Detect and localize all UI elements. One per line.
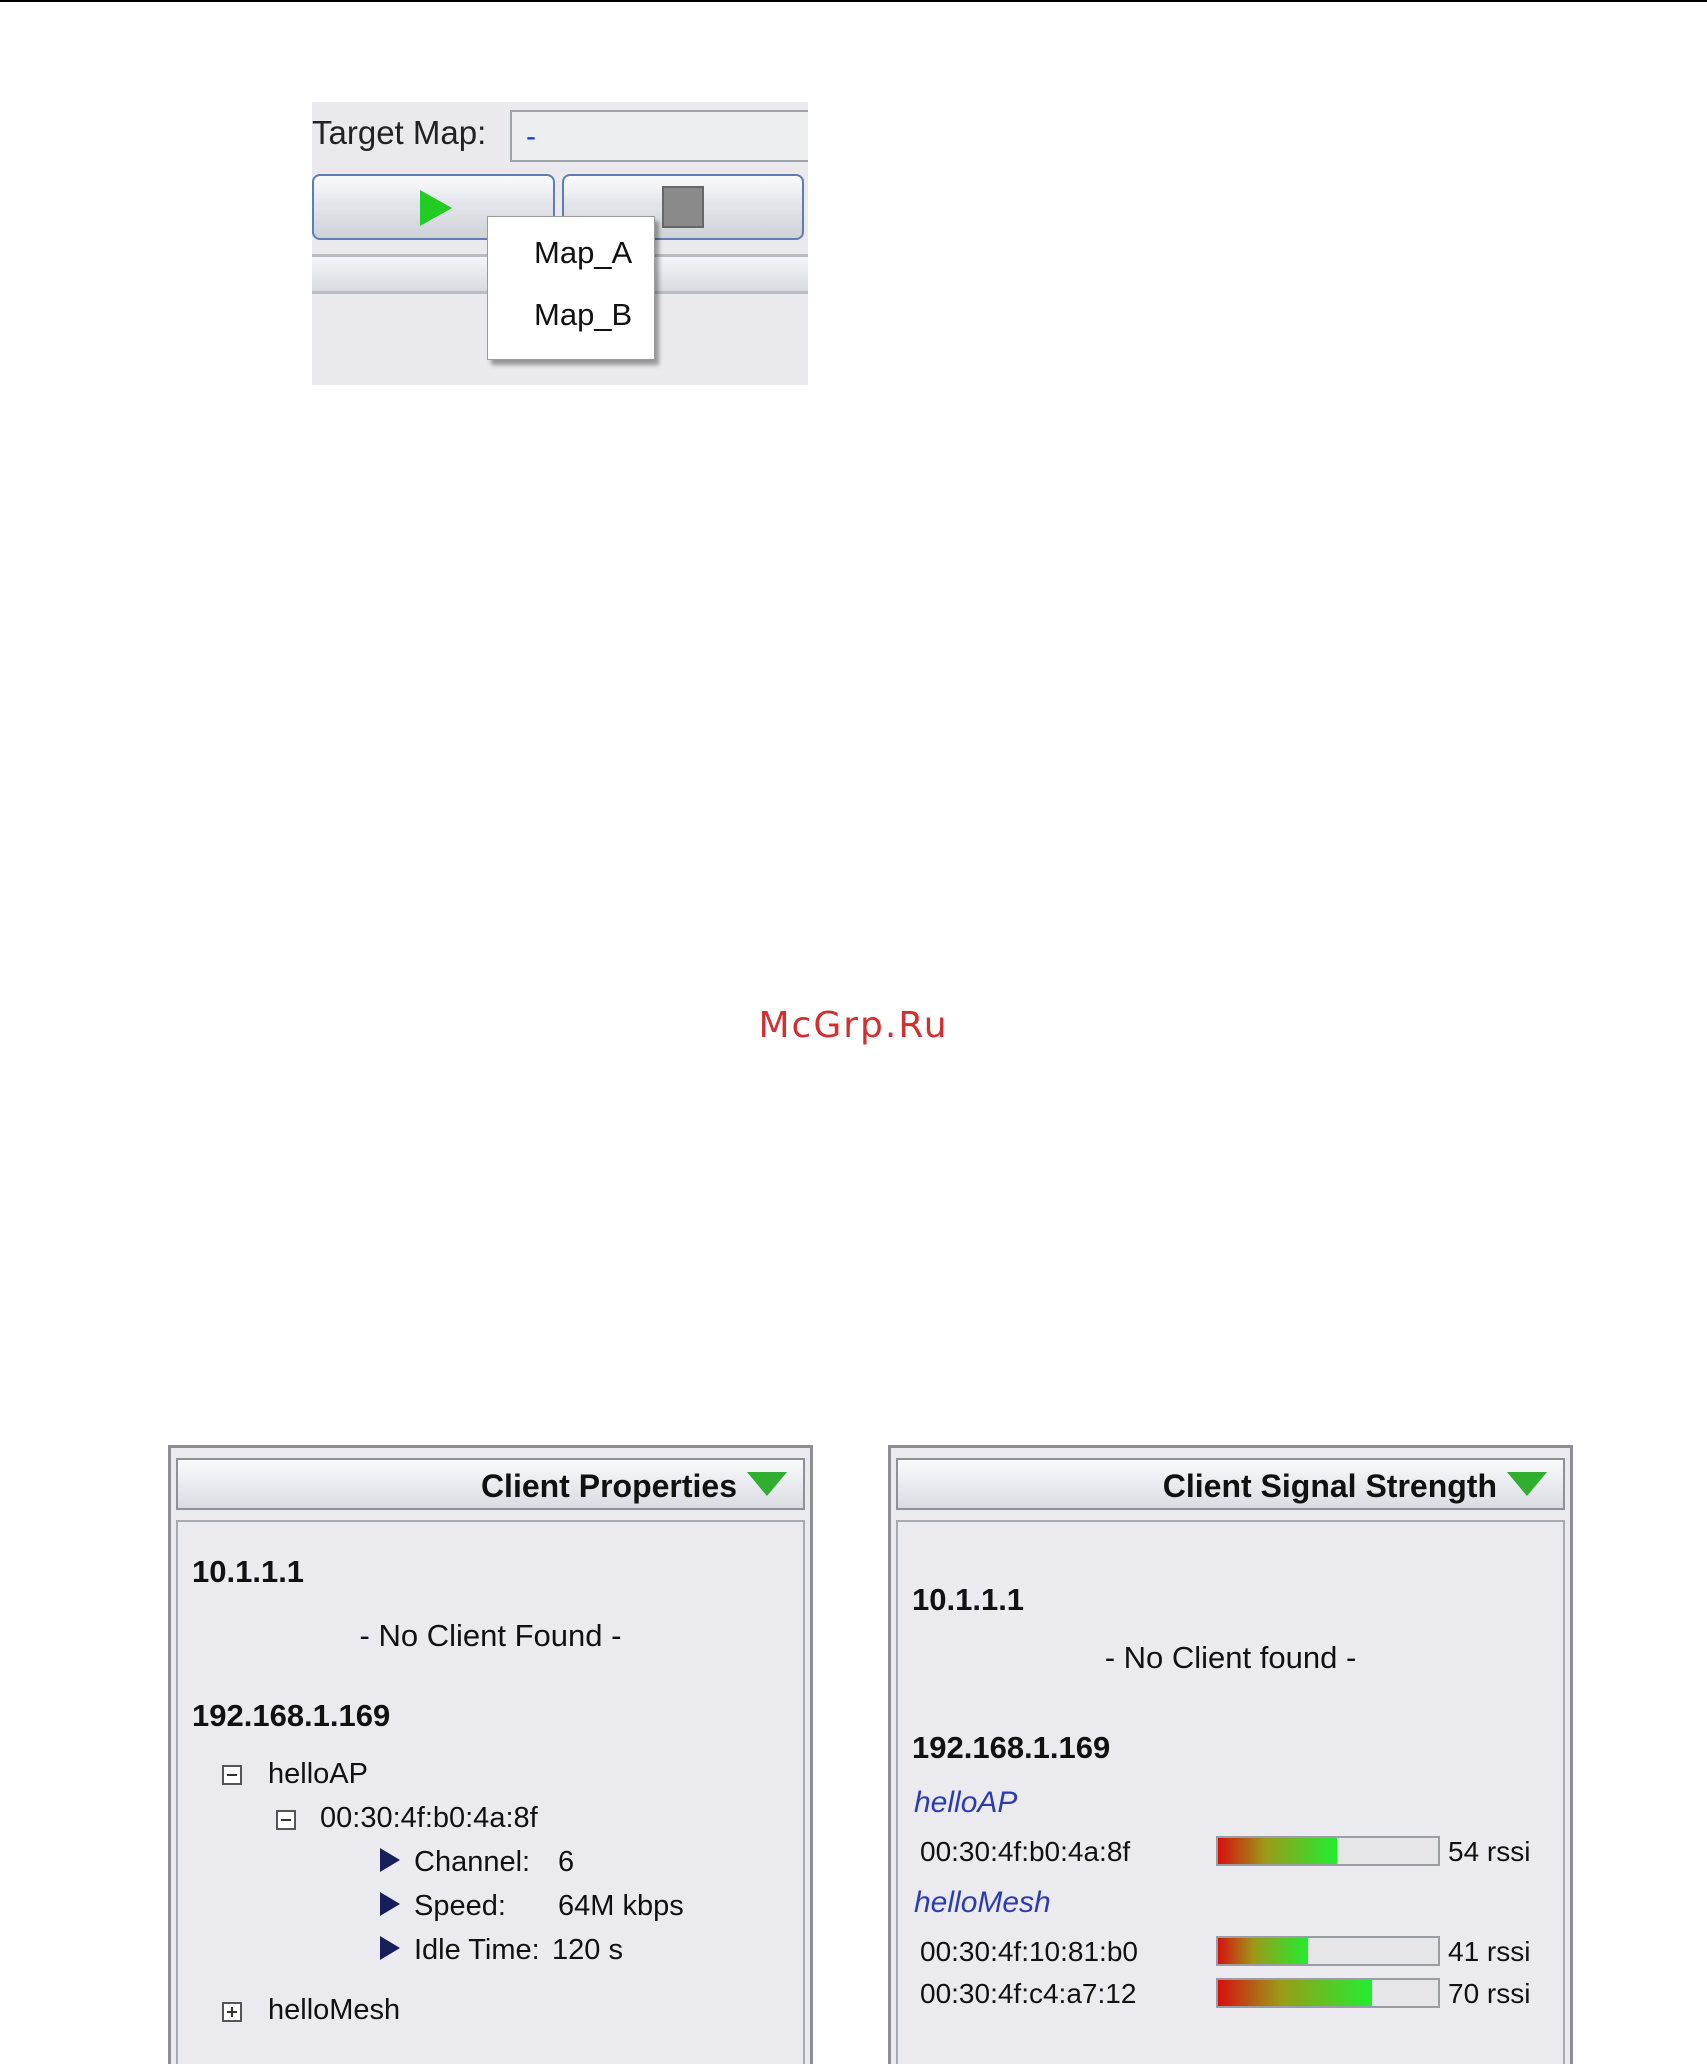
rssi-value: 54 rssi [1448,1836,1531,1867]
client-properties-body: 10.1.1.1 - No Client Found - 192.168.1.1… [176,1520,805,2064]
tree-mac[interactable]: 00:30:4f:b0:4a:8f [320,1802,538,1835]
property-bullet-icon [380,1892,400,1916]
target-map-panel: Target Map: - Map_A Map_B [312,102,808,385]
channel-label: Channel: [414,1846,531,1878]
speed-value: 64M kbps [558,1890,684,1922]
client-mac: 00:30:4f:10:81:b0 [920,1936,1138,1967]
tree-ap-name[interactable]: helloAP [268,1758,368,1791]
target-map-label: Target Map: [312,114,487,151]
menu-item-map-a[interactable]: Map_A [534,235,632,271]
client-mac: 00:30:4f:b0:4a:8f [920,1836,1131,1867]
host-ip: 10.1.1.1 [192,1554,305,1589]
speed-label: Speed: [414,1890,506,1922]
client-signal-header: Client Signal Strength [896,1458,1565,1510]
rssi-value: 41 rssi [1448,1936,1531,1967]
collapse-icon[interactable] [1507,1472,1547,1496]
host-ip: 192.168.1.169 [192,1698,391,1733]
idle-time-value: 120 s [552,1934,623,1966]
expand-toggle-icon[interactable] [222,2002,242,2022]
target-map-menu: Map_A Map_B [487,216,655,360]
signal-meter [1216,1936,1440,1966]
signal-meter-fill [1218,1938,1309,1964]
channel-value: 6 [558,1846,575,1878]
signal-meter-fill [1218,1838,1337,1864]
no-client-message: - No Client found - [1104,1640,1357,1675]
property-bullet-icon [380,1936,400,1960]
client-signal-panel: Client Signal Strength 10.1.1.1 - No Cli… [888,1445,1573,2064]
client-mac: 00:30:4f:c4:a7:12 [920,1978,1137,2009]
signal-meter [1216,1978,1440,2008]
stop-icon [662,186,704,228]
page-top-rule [0,0,1707,2]
tree-mesh-name[interactable]: helloMesh [268,1994,400,2027]
collapse-toggle-icon[interactable] [276,1810,296,1830]
no-client-message: - No Client Found - [359,1618,622,1653]
client-properties-header: Client Properties [176,1458,805,1510]
host-ip: 10.1.1.1 [912,1582,1025,1617]
watermark: McGrp.Ru [758,1005,949,1046]
target-map-field[interactable]: - [510,110,808,162]
panel-title: Client Properties [480,1468,737,1504]
ssid-label: helloAP [914,1786,1018,1819]
property-bullet-icon [380,1848,400,1872]
client-signal-body: 10.1.1.1 - No Client found - 192.168.1.1… [896,1520,1565,2064]
idle-time-label: Idle Time: [414,1934,540,1966]
play-icon [420,190,452,226]
target-map-value: - [526,120,536,153]
collapse-toggle-icon[interactable] [222,1765,242,1785]
host-ip: 192.168.1.169 [912,1730,1111,1765]
ssid-label: helloMesh [914,1886,1051,1919]
panel-title: Client Signal Strength [1162,1468,1497,1504]
menu-item-map-b[interactable]: Map_B [534,297,632,333]
signal-meter-fill [1218,1980,1372,2006]
client-properties-panel: Client Properties 10.1.1.1 - No Client F… [168,1445,813,2064]
signal-meter [1216,1836,1440,1866]
collapse-icon[interactable] [747,1472,787,1496]
rssi-value: 70 rssi [1448,1978,1531,2009]
